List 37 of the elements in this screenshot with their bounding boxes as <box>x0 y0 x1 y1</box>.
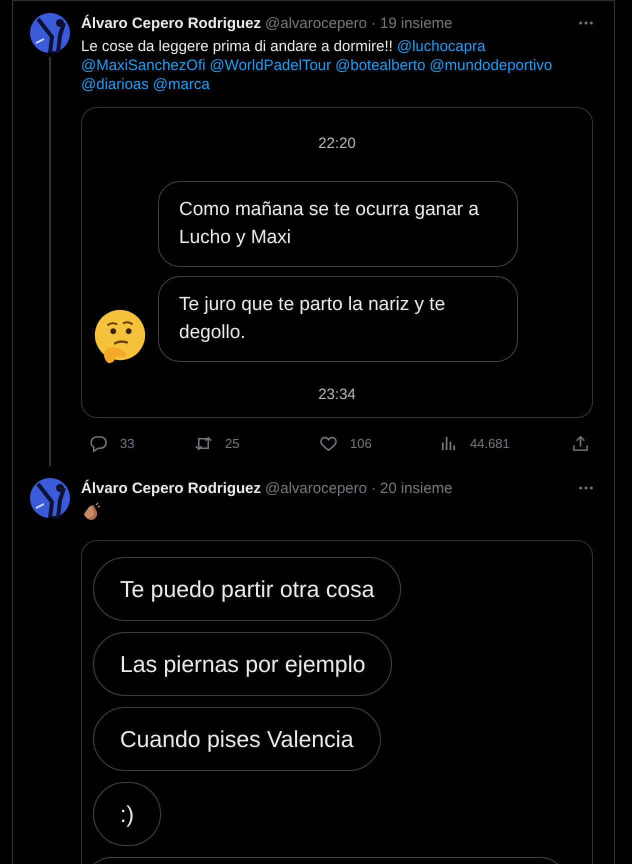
separator-dot: · <box>370 14 376 32</box>
author-handle[interactable]: @alvarocepero <box>265 480 367 496</box>
chat-time: 23:34 <box>317 385 357 405</box>
chat-screenshot[interactable]: Te puedo partir otra cosa Las piernas por ejemplo Cuando pises Valencia :) <box>81 540 593 864</box>
tweet-time[interactable]: 20 insieme <box>380 480 453 496</box>
retweet-icon[interactable] <box>194 434 213 452</box>
mention-link[interactable]: @marca <box>152 76 210 93</box>
tweet-time[interactable]: 19 insieme <box>380 14 453 32</box>
author-name[interactable]: Álvaro Cepero Rodriguez <box>81 480 262 496</box>
mention-link[interactable]: @WorldPadelTour <box>209 57 332 74</box>
mention-link[interactable]: @botealberto <box>335 57 426 74</box>
mention-link[interactable]: @diarioas <box>81 76 149 93</box>
author-name[interactable]: Álvaro Cepero Rodriguez <box>81 14 262 32</box>
chat-bubble: Te juro que te parto la nariz y te degollo. <box>158 276 518 362</box>
more-icon[interactable] <box>578 486 594 490</box>
chat-bubble: :) <box>93 782 162 846</box>
mention-link[interactable]: @luchocapra <box>396 38 486 55</box>
mention-link[interactable]: @MaxiSanchezOfi <box>81 57 206 74</box>
avatar[interactable] <box>30 478 70 518</box>
mention-link[interactable]: @mundodeportivo <box>429 57 552 74</box>
tweet-text: Le cose da leggere prima di andare a dormire!! <box>81 38 393 55</box>
reply-icon[interactable] <box>89 434 108 452</box>
separator-dot: · <box>370 480 376 496</box>
chat-bubble: Te puedo partir otra cosa <box>93 557 402 621</box>
chat-bubble: Como mañana se te ocurra ganar a Lucho y Maxi <box>158 181 518 267</box>
more-icon[interactable] <box>578 21 594 25</box>
action-count: 44.681 <box>470 436 510 450</box>
author-handle[interactable]: @alvarocepero <box>265 14 367 32</box>
action-count: 25 <box>225 436 240 450</box>
chat-bubble: Las piernas por ejemplo <box>93 632 392 696</box>
chat-bubble: Cuando pises Valencia <box>93 707 381 771</box>
chat-screenshot[interactable]: 22:20 Como mañana se te ocurra ganar a Lucho y Maxi Te juro que te parto la nariz y te degollo. 23:34 <box>81 107 593 418</box>
action-count: 33 <box>120 436 134 450</box>
avatar[interactable] <box>30 13 70 53</box>
chat-time: 22:20 <box>317 134 357 154</box>
share-icon[interactable] <box>571 434 590 452</box>
action-count: 106 <box>350 436 372 450</box>
